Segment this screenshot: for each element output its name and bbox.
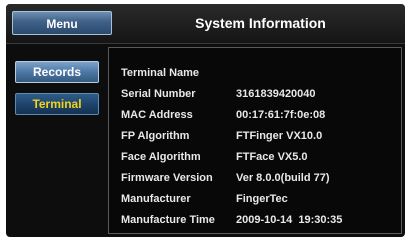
- info-value: FTFinger VX10.0: [236, 130, 323, 142]
- terminal-button[interactable]: Terminal: [15, 93, 99, 115]
- info-row-manufacture-time: Manufacture Time 2009-10-14 19:30:35: [109, 214, 401, 232]
- page-title: System Information: [195, 15, 326, 31]
- info-label: Manufacturer: [121, 193, 191, 205]
- top-bar: Menu System Information: [6, 4, 405, 44]
- info-label: Manufacture Time: [121, 214, 215, 226]
- device-screen: Menu System Information Records Terminal…: [6, 4, 405, 237]
- info-value: 3161839420040: [236, 88, 316, 100]
- info-row-manufacturer: Manufacturer FingerTec: [109, 193, 401, 211]
- info-value: FTFace VX5.0: [236, 151, 308, 163]
- info-row-serial-number: Serial Number 3161839420040: [109, 88, 401, 106]
- info-label: Face Algorithm: [121, 151, 201, 163]
- info-value: 2009-10-14 19:30:35: [236, 214, 343, 226]
- info-value: FingerTec: [236, 193, 288, 205]
- menu-button[interactable]: Menu: [12, 11, 112, 35]
- info-value: Ver 8.0.0(build 77): [236, 172, 330, 184]
- info-row-firmware-version: Firmware Version Ver 8.0.0(build 77): [109, 172, 401, 190]
- records-button[interactable]: Records: [15, 61, 99, 83]
- info-row-fp-algorithm: FP Algorithm FTFinger VX10.0: [109, 130, 401, 148]
- info-row-terminal-name: Terminal Name: [109, 67, 401, 85]
- info-label: Terminal Name: [121, 67, 200, 79]
- info-row-face-algorithm: Face Algorithm FTFace VX5.0: [109, 151, 401, 169]
- info-label: FP Algorithm: [121, 130, 190, 142]
- info-label: Serial Number: [121, 88, 196, 100]
- info-row-mac-address: MAC Address 00:17:61:7f:0e:08: [109, 109, 401, 127]
- system-info-panel: Terminal Name Serial Number 316183942004…: [108, 47, 402, 234]
- info-value: 00:17:61:7f:0e:08: [236, 109, 326, 121]
- info-label: Firmware Version: [121, 172, 213, 184]
- sidebar: Records Terminal: [6, 44, 106, 237]
- info-label: MAC Address: [121, 109, 193, 121]
